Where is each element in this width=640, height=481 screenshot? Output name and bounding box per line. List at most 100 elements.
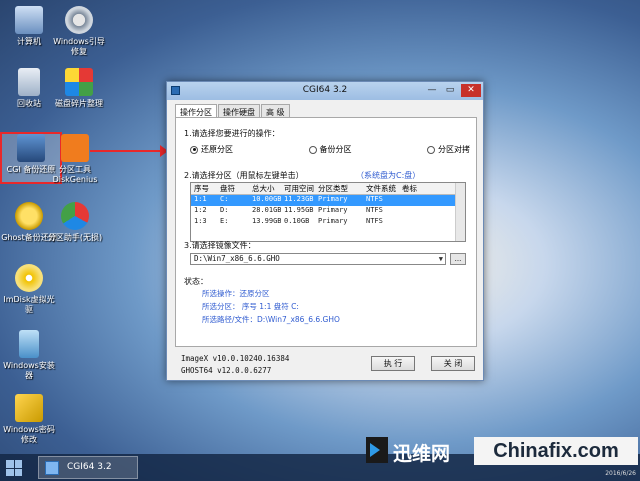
column-header[interactable]: 总大小 [249, 183, 281, 194]
image-file-label: 3.请选择镜像文件： [184, 241, 256, 250]
system-disk-note: （系统盘为C:盘） [356, 171, 421, 180]
radio-dot-icon [308, 145, 317, 154]
radio-copy-partition[interactable]: 分区对拷 [427, 144, 470, 155]
table-cell: 13.99GB [252, 217, 281, 225]
defrag-icon [65, 68, 93, 96]
red-arrow [90, 145, 168, 157]
watermark-logo-icon [366, 437, 388, 463]
table-cell: 28.01GB [252, 206, 281, 214]
status-partition: 所选分区： 序号 1:1 盘符 C: [202, 302, 299, 311]
cgi-icon [17, 134, 45, 162]
desktop-icon-windows-installer[interactable]: Windows安装器 [0, 330, 58, 381]
taskbar-item-cgi[interactable]: CGI64 3.2 [38, 456, 138, 479]
computer-icon [15, 6, 43, 34]
desktop-icon-defrag[interactable]: 磁盘碎片整理 [50, 68, 108, 109]
desktop-icon-label: 分区助手(无损) [47, 233, 103, 242]
table-cell: Primary [318, 217, 348, 225]
table-row[interactable]: 1:3 E: 13.99GB 0.10GB Primary NTFS [191, 217, 465, 228]
windows-start-icon[interactable] [6, 460, 22, 476]
table-cell: Primary [318, 195, 348, 203]
table-cell: 10.00GB [252, 195, 281, 203]
table-cell: 1:3 [194, 217, 207, 225]
clock: 2016/6/26 [605, 470, 636, 477]
taskbar-item-label: CGI64 3.2 [67, 462, 112, 472]
table-cell: 11.95GB [284, 206, 314, 214]
status-file: 所选路径/文件：D:\Win7_x86_6.6.GHO [202, 315, 340, 324]
desktop-icon-label: Windows密码修改 [3, 425, 55, 444]
desktop-icon-label: ImDisk虚拟光驱 [3, 295, 55, 314]
desktop-icon-windows-boot-repair[interactable]: Windows引导修复 [50, 6, 108, 57]
partition-label: 2.请选择分区（用鼠标左键单击） [184, 171, 304, 180]
imagex-version: ImageX v10.0.10240.16384 [181, 354, 290, 363]
close-window-button[interactable]: ✕ [461, 84, 481, 97]
recycle-bin-icon [18, 68, 40, 96]
operation-options: 还原分区 备份分区 分区对拷 [190, 144, 470, 155]
title-bar[interactable]: CGI64 3.2 — ▭ ✕ [167, 82, 483, 100]
table-cell: 1:1 [194, 195, 207, 203]
table-cell: 1:2 [194, 206, 207, 214]
desktop-icon-label: 计算机 [17, 37, 41, 46]
table-cell: 11.23GB [284, 195, 314, 203]
tab-panel: 1.请选择您要进行的操作： 还原分区 备份分区 分区对拷 2.请选择分区（用鼠标… [175, 117, 477, 347]
table-row[interactable]: 1:1 C: 10.00GB 11.23GB Primary NTFS [191, 195, 465, 206]
desktop-icon-label: Windows引导修复 [53, 37, 105, 56]
table-cell [399, 206, 439, 217]
image-path-select[interactable]: D:\Win7_x86_6.6.GHO ▼ [190, 253, 446, 265]
installer-icon [19, 330, 39, 358]
table-cell: NTFS [366, 217, 383, 225]
table-cell: NTFS [366, 206, 383, 214]
radio-label: 备份分区 [319, 145, 352, 154]
table-cell [399, 217, 439, 228]
minimize-button[interactable]: — [423, 84, 441, 97]
desktop-icon-imdisk[interactable]: ImDisk虚拟光驱 [0, 264, 58, 315]
desktop-icon-partition-assistant[interactable]: 分区助手(无损) [46, 202, 104, 243]
table-cell: Primary [318, 206, 348, 214]
desktop-icon-label: 回收站 [17, 99, 41, 108]
column-header[interactable]: 序号 [191, 183, 217, 194]
partition-assistant-icon [61, 202, 89, 230]
chevron-down-icon[interactable]: ▼ [439, 254, 443, 264]
gear-icon [65, 6, 93, 34]
radio-dot-icon [190, 145, 198, 154]
desktop-icon-label: 分区工具DiskGenius [52, 165, 98, 184]
column-header[interactable]: 分区类型 [315, 183, 363, 194]
diskgenius-icon [61, 134, 89, 162]
key-icon [15, 394, 43, 422]
table-cell: D: [220, 206, 229, 214]
app-icon [45, 461, 59, 475]
radio-dot-icon [427, 145, 435, 154]
radio-backup-partition[interactable]: 备份分区 [308, 144, 352, 155]
column-header[interactable]: 文件系统 [363, 183, 399, 194]
operation-label: 1.请选择您要进行的操作： [184, 129, 280, 138]
table-row[interactable]: 1:2 D: 28.01GB 11.95GB Primary NTFS [191, 206, 465, 217]
ghost-version: GHOST64 v12.0.0.6277 [181, 366, 272, 375]
column-header[interactable]: 卷标 [399, 183, 439, 194]
desktop-icon-password-change[interactable]: Windows密码修改 [0, 394, 58, 445]
maximize-button[interactable]: ▭ [441, 84, 459, 97]
status-operation: 所选操作：还原分区 [202, 289, 270, 298]
table-cell [399, 195, 439, 206]
desktop-icon-diskgenius[interactable]: 分区工具DiskGenius [46, 134, 104, 185]
close-button[interactable]: 关 闭 [431, 356, 475, 371]
watermark-chinese: 迅维网 [393, 443, 451, 465]
ghost-icon [15, 202, 43, 230]
table-cell: E: [220, 217, 229, 225]
browse-button[interactable]: ... [450, 253, 466, 265]
desktop-icon-label: 磁盘碎片整理 [55, 99, 103, 108]
column-header[interactable]: 可用空间 [281, 183, 315, 194]
table-header: 序号 盘符 总大小 可用空间 分区类型 文件系统 卷标 [191, 183, 465, 195]
status-label: 状态： [184, 277, 208, 286]
table-cell: C: [220, 195, 229, 203]
watermark-english: Chinafix.com [474, 437, 638, 465]
column-header[interactable]: 盘符 [217, 183, 249, 194]
radio-label: 分区对拷 [438, 145, 470, 154]
table-scrollbar[interactable] [455, 183, 465, 241]
table-cell: NTFS [366, 195, 383, 203]
cgi-window: CGI64 3.2 — ▭ ✕ 操作分区 操作硬盘 高 级 1.请选择您要进行的… [166, 81, 484, 381]
desktop-icon-label: Windows安装器 [3, 361, 55, 380]
radio-restore-partition[interactable]: 还原分区 [190, 144, 233, 155]
disc-icon [15, 264, 43, 292]
image-path-value: D:\Win7_x86_6.6.GHO [194, 254, 280, 263]
radio-label: 还原分区 [201, 145, 233, 154]
execute-button[interactable]: 执 行 [371, 356, 415, 371]
